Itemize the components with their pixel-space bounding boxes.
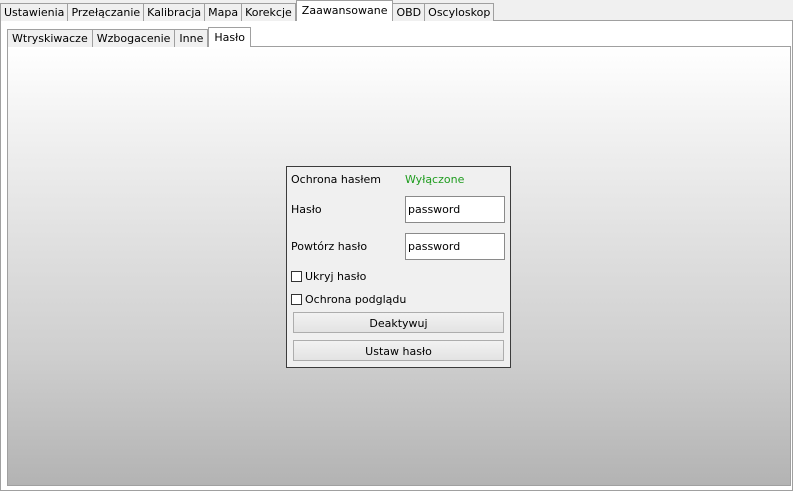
deactivate-button[interactable]: Deaktywuj: [293, 312, 504, 333]
preview-protection-row[interactable]: Ochrona podglądu: [291, 293, 406, 306]
sub-tabbar: Wtryskiwacze Wzbogacenie Inne Hasło: [7, 27, 251, 47]
hide-password-row[interactable]: Ukryj hasło: [291, 270, 366, 283]
tab-obd[interactable]: OBD: [393, 3, 426, 21]
hide-password-checkbox[interactable]: [291, 271, 302, 282]
subtab-wtryskiwacze[interactable]: Wtryskiwacze: [7, 29, 93, 47]
preview-protection-label: Ochrona podglądu: [305, 293, 407, 306]
hide-password-label: Ukryj hasło: [305, 270, 367, 283]
password-label: Hasło: [291, 203, 322, 216]
subtab-haslo[interactable]: Hasło: [208, 27, 251, 47]
tab-ustawienia[interactable]: Ustawienia: [0, 3, 69, 21]
tab-zaawansowane[interactable]: Zaawansowane: [295, 0, 394, 21]
protection-status: Wyłączone: [405, 173, 465, 186]
tab-korekcje[interactable]: Korekcje: [242, 3, 296, 21]
subtab-inne[interactable]: Inne: [175, 29, 209, 47]
tab-mapa[interactable]: Mapa: [205, 3, 243, 21]
repeat-password-label: Powtórz hasło: [291, 240, 368, 253]
password-input[interactable]: [405, 196, 505, 223]
main-tabbar: Ustawienia Przełączanie Kalibracja Mapa …: [0, 0, 495, 21]
subtab-wzbogacenie[interactable]: Wzbogacenie: [92, 29, 176, 47]
password-panel: Ochrona hasłem Wyłączone Hasło Powtórz h…: [286, 166, 511, 368]
tab-kalibracja[interactable]: Kalibracja: [144, 3, 206, 21]
repeat-password-input[interactable]: [405, 233, 505, 260]
set-password-button[interactable]: Ustaw hasło: [293, 340, 504, 361]
preview-protection-checkbox[interactable]: [291, 294, 302, 305]
tab-oscyloskop[interactable]: Oscyloskop: [425, 3, 495, 21]
tab-przelaczanie[interactable]: Przełączanie: [68, 3, 145, 21]
protection-label: Ochrona hasłem: [291, 173, 381, 186]
